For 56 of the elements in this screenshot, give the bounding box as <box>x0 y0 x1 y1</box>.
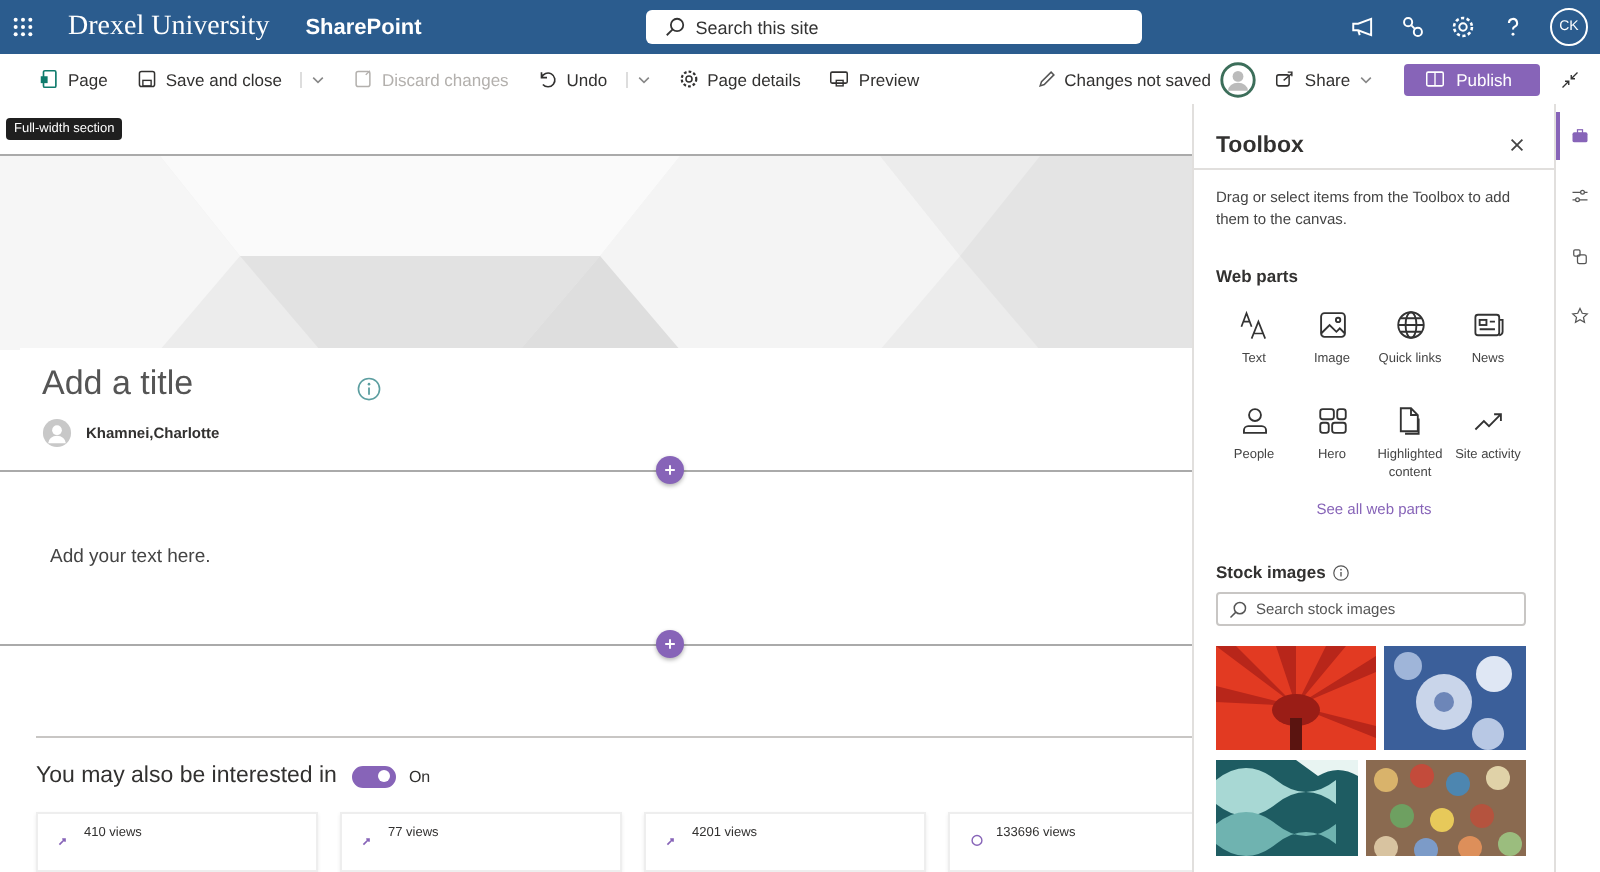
trending-icon <box>58 832 72 846</box>
shapes-icon <box>1570 246 1590 266</box>
section-heading: You may also be interested in <box>36 764 337 788</box>
undo-icon <box>536 68 559 90</box>
save-status: Changes not saved <box>1064 69 1211 89</box>
command-button[interactable]: Page <box>32 64 114 94</box>
links-icon[interactable] <box>1400 14 1426 40</box>
search-icon <box>663 16 686 38</box>
publish-button[interactable]: Publish <box>1404 63 1540 95</box>
add-section-button[interactable] <box>656 630 684 658</box>
command-button[interactable]: Undo <box>530 64 614 94</box>
save-icon <box>135 68 158 90</box>
chevron-down-icon[interactable] <box>625 71 652 87</box>
image-icon <box>1315 308 1349 342</box>
search-field[interactable]: Search this site <box>645 10 1142 44</box>
app-launcher-icon[interactable] <box>12 16 34 38</box>
plus-icon <box>662 636 678 652</box>
share-icon <box>1274 68 1297 90</box>
section-heading: Stock images <box>1216 562 1326 582</box>
toolbox-icon <box>1570 126 1590 146</box>
trending-icon <box>362 832 376 846</box>
trending-icon <box>666 832 680 846</box>
preview-icon <box>828 68 851 90</box>
chevron-down-icon[interactable] <box>299 71 326 87</box>
gear-icon <box>677 68 700 90</box>
section-heading: Web parts <box>1216 266 1300 286</box>
settings-icon[interactable] <box>1450 14 1476 40</box>
command-button[interactable]: Preview <box>822 64 926 94</box>
globe-icon <box>1393 308 1427 342</box>
person-icon <box>42 418 72 449</box>
title-field[interactable]: Add a title <box>42 364 342 405</box>
pencil-icon <box>1036 68 1059 90</box>
news-icon <box>1471 308 1505 342</box>
star-icon <box>1570 306 1590 326</box>
command-button[interactable]: Save and close <box>129 64 288 94</box>
info-icon[interactable] <box>356 375 382 402</box>
toggle-label: On <box>408 767 431 785</box>
sliders-icon <box>1570 186 1590 206</box>
panel-title: Toolbox <box>1216 133 1304 157</box>
info-icon[interactable] <box>1331 563 1350 581</box>
close-icon[interactable] <box>1508 136 1526 154</box>
text-icon <box>1237 308 1271 342</box>
text-field[interactable]: Add your text here. <box>50 546 450 569</box>
chevron-down-icon <box>1358 71 1375 87</box>
logo[interactable]: Drexel University <box>68 11 270 43</box>
plus-icon <box>662 461 678 478</box>
collapse-icon[interactable] <box>1560 69 1580 89</box>
app-name[interactable]: SharePoint <box>305 15 422 39</box>
search-icon <box>1228 600 1248 620</box>
toggle-switch[interactable] <box>352 765 397 787</box>
person-icon <box>1237 404 1271 438</box>
command-button[interactable]: Page details <box>671 64 807 94</box>
avatar-icon[interactable] <box>1220 61 1257 97</box>
page-icon <box>38 68 60 90</box>
share-button[interactable]: Share <box>1268 64 1381 94</box>
megaphone-icon[interactable] <box>1350 14 1376 40</box>
